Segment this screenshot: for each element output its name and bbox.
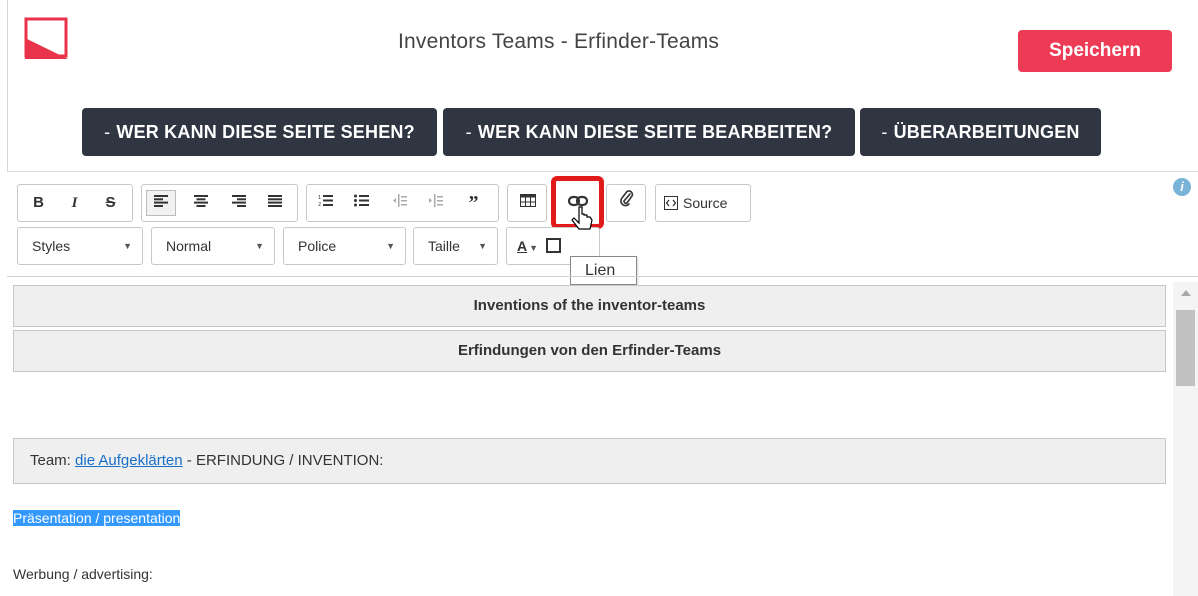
format-dropdown[interactable]: Normal ▼ xyxy=(151,227,275,265)
paperclip-icon[interactable] xyxy=(610,185,643,221)
caret-down-icon: ▼ xyxy=(529,243,539,253)
logo xyxy=(24,17,68,59)
svg-text:2: 2 xyxy=(318,202,321,207)
who-can-edit-button[interactable]: - WER KANN DIESE SEITE BEARBEITEN? xyxy=(443,108,855,156)
attach-group xyxy=(606,184,646,222)
table-icon[interactable] xyxy=(511,185,544,221)
source-button[interactable]: Source xyxy=(664,185,727,221)
background-color-icon[interactable] xyxy=(546,238,562,253)
revisions-button[interactable]: - ÜBERARBEITUNGEN xyxy=(860,108,1101,156)
team-prefix: Team: xyxy=(30,452,71,469)
font-label: Police xyxy=(298,238,337,254)
indent-icon[interactable] xyxy=(419,185,452,221)
source-group: Source xyxy=(655,184,751,222)
numbered-list-icon[interactable]: 12 xyxy=(309,185,342,221)
align-left-icon[interactable] xyxy=(146,190,176,216)
align-right-icon[interactable] xyxy=(222,185,255,221)
team-suffix: - ERFINDUNG / INVENTION: xyxy=(186,452,384,469)
left-border xyxy=(7,0,8,172)
scroll-up-icon[interactable] xyxy=(1181,290,1191,296)
alignment-group xyxy=(141,184,298,222)
team-link[interactable]: die Aufgeklärten xyxy=(75,452,183,469)
align-center-icon[interactable] xyxy=(184,185,217,221)
size-dropdown[interactable]: Taille ▼ xyxy=(413,227,498,265)
strike-button[interactable]: S xyxy=(94,185,127,221)
justify-icon[interactable] xyxy=(258,185,291,221)
advertising-text[interactable]: Werbung / advertising: xyxy=(13,566,153,582)
dash-icon: - xyxy=(881,122,888,142)
size-label: Taille xyxy=(428,238,460,254)
mouse-cursor-icon xyxy=(571,206,593,230)
header-divider xyxy=(7,171,1198,172)
bold-button[interactable]: B xyxy=(22,185,55,221)
presentation-text[interactable]: Präsentation / presentation xyxy=(13,510,181,526)
scroll-thumb[interactable] xyxy=(1176,310,1195,386)
table-header-inventions[interactable]: Inventions of the inventor-teams xyxy=(13,285,1166,327)
table-group xyxy=(507,184,547,222)
editor-scrollbar[interactable] xyxy=(1173,282,1198,596)
svg-text:1: 1 xyxy=(318,195,321,201)
italic-button[interactable]: I xyxy=(58,185,91,221)
styles-dropdown[interactable]: Styles ▼ xyxy=(17,227,143,265)
info-icon[interactable]: i xyxy=(1173,178,1191,196)
revisions-label: ÜBERARBEITUNGEN xyxy=(893,122,1080,142)
editor-area[interactable]: Inventions of the inventor-teams Erfindu… xyxy=(7,277,1173,596)
caret-down-icon: ▼ xyxy=(255,241,264,251)
blockquote-icon[interactable]: ” xyxy=(457,185,490,221)
dash-icon: - xyxy=(104,122,111,142)
format-label: Normal xyxy=(166,238,212,254)
caret-down-icon: ▼ xyxy=(478,241,487,251)
list-group: 12 ” xyxy=(306,184,499,222)
save-button[interactable]: Speichern xyxy=(1018,30,1172,72)
basic-styles-group: B I S xyxy=(17,184,133,222)
who-can-edit-label: WER KANN DIESE SEITE BEARBEITEN? xyxy=(477,122,833,142)
page-title: Inventors Teams - Erfinder-Teams xyxy=(398,30,720,53)
source-icon xyxy=(664,196,678,210)
team-row[interactable]: Team: die Aufgeklärten - ERFINDUNG / INV… xyxy=(13,438,1166,484)
font-dropdown[interactable]: Police ▼ xyxy=(283,227,406,265)
outdent-icon[interactable] xyxy=(383,185,416,221)
selected-text[interactable]: Präsentation / presentation xyxy=(13,510,181,526)
text-color-button[interactable]: A xyxy=(517,238,527,254)
caret-down-icon: ▼ xyxy=(123,241,132,251)
text-color-label: A xyxy=(517,238,528,254)
who-can-see-label: WER KANN DIESE SEITE SEHEN? xyxy=(116,122,415,142)
bullet-list-icon[interactable] xyxy=(345,185,378,221)
source-label: Source xyxy=(683,195,728,211)
caret-down-icon: ▼ xyxy=(386,241,395,251)
dash-icon: - xyxy=(465,122,472,142)
who-can-see-button[interactable]: - WER KANN DIESE SEITE SEHEN? xyxy=(82,108,437,156)
table-header-erfindungen[interactable]: Erfindungen von den Erfinder-Teams xyxy=(13,330,1166,372)
styles-label: Styles xyxy=(32,238,71,254)
